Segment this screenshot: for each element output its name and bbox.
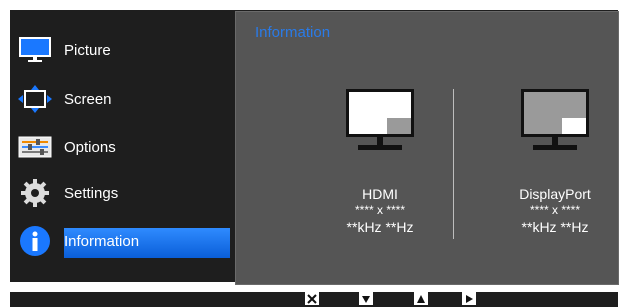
menu-item-picture[interactable]: Picture <box>16 30 226 70</box>
port-frequency: **kHz **Hz <box>521 219 589 235</box>
menu-item-label: Options <box>64 138 116 156</box>
close-icon[interactable] <box>305 292 319 305</box>
up-arrow-icon[interactable] <box>414 292 428 305</box>
menu-item-options[interactable]: Options <box>16 127 226 167</box>
menu-item-label: Screen <box>64 90 112 108</box>
menu-item-label: Picture <box>64 41 111 59</box>
screen-adjust-icon <box>16 84 54 114</box>
port-name: HDMI <box>362 186 398 202</box>
port-resolution: **** x **** <box>354 203 406 217</box>
monitor-icon <box>521 89 589 137</box>
panel-title: Information <box>255 24 331 41</box>
port-name: DisplayPort <box>519 186 591 202</box>
info-icon <box>16 226 54 256</box>
displayport-info: DisplayPort **** x **** **kHz **Hz <box>485 89 621 235</box>
gear-icon <box>16 178 54 208</box>
menu-item-settings[interactable]: Settings <box>16 173 226 213</box>
monitor-icon <box>16 35 54 65</box>
divider <box>453 89 454 239</box>
port-resolution: **** x **** <box>529 203 581 217</box>
menu-item-label: Information <box>64 232 140 250</box>
hdmi-info: HDMI **** x **** **kHz **Hz <box>310 89 450 235</box>
menu-item-information[interactable]: Information <box>16 221 230 261</box>
information-panel: Information HDMI **** x **** **kHz **Hz … <box>235 11 619 285</box>
port-frequency: **kHz **Hz <box>346 219 414 235</box>
monitor-icon <box>346 89 414 137</box>
menu-item-screen[interactable]: Screen <box>16 79 226 119</box>
menu-item-label: Settings <box>64 184 119 202</box>
options-icon <box>16 132 54 162</box>
right-arrow-icon[interactable] <box>462 292 476 305</box>
down-arrow-icon[interactable] <box>359 292 373 305</box>
